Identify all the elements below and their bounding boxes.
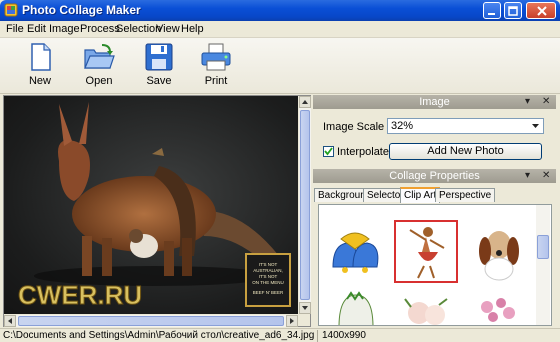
clipart-scrollbar[interactable] xyxy=(536,205,550,325)
scroll-up-arrow[interactable] xyxy=(299,96,311,108)
open-folder-icon xyxy=(84,44,115,69)
ghost-clipart[interactable] xyxy=(331,291,381,325)
save-label: Save xyxy=(146,75,172,87)
add-new-photo-button[interactable]: Add New Photo xyxy=(389,143,542,160)
bells-clipart[interactable] xyxy=(325,227,385,283)
save-disk-icon xyxy=(145,43,173,71)
tab-perspective[interactable]: Perspective xyxy=(435,188,496,202)
close-button[interactable] xyxy=(526,2,556,19)
status-separator xyxy=(317,330,318,342)
menu-file[interactable]: File xyxy=(6,23,24,35)
roses-icon xyxy=(404,298,448,325)
bells-icon xyxy=(332,232,379,273)
menu-process[interactable]: Process xyxy=(80,23,120,35)
minimize-icon xyxy=(488,13,495,15)
maximize-button[interactable] xyxy=(504,2,522,19)
open-button[interactable]: Open xyxy=(76,42,122,90)
panel-collapse-icon[interactable]: ▾ xyxy=(525,169,530,183)
photo-canvas[interactable]: IT'S NOT AUSTRALIAN, IT'S NOT ON THE MEN… xyxy=(4,96,298,314)
print-label: Print xyxy=(204,75,228,87)
dog-icon xyxy=(479,231,519,281)
canvas-area: IT'S NOT AUSTRALIAN, IT'S NOT ON THE MEN… xyxy=(3,95,311,327)
scroll-left-arrow[interactable] xyxy=(4,315,16,327)
interpolate-checkbox[interactable] xyxy=(323,146,334,157)
dropdown-arrow-icon[interactable] xyxy=(529,120,542,132)
collage-tabs: Background Selector Clip Art Perspective xyxy=(313,187,556,203)
title-bar: Photo Collage Maker xyxy=(0,0,560,21)
menu-image[interactable]: Image xyxy=(49,23,80,35)
menu-edit[interactable]: Edit xyxy=(27,23,46,35)
maximize-icon xyxy=(508,6,518,16)
sign-line-1: IT'S NOT xyxy=(259,262,278,267)
watermark-text: CWER.RU xyxy=(18,280,142,310)
panel-close-icon[interactable]: ✕ xyxy=(542,95,550,109)
scroll-down-arrow[interactable] xyxy=(299,302,311,314)
status-bar: C:\Documents and Settings\Admin\Рабочий … xyxy=(0,328,560,342)
menu-selection[interactable]: Selection xyxy=(116,23,161,35)
close-icon xyxy=(537,6,547,16)
collage-photo: IT'S NOT AUSTRALIAN, IT'S NOT ON THE MEN… xyxy=(18,102,291,311)
checkmark-icon xyxy=(324,147,333,156)
left-arrow-icon xyxy=(8,318,12,324)
flowers-icon xyxy=(481,298,515,322)
panel-close-icon[interactable]: ✕ xyxy=(542,169,550,183)
collage-panel-header: Collage Properties ▾ ✕ xyxy=(313,169,556,183)
new-button[interactable]: New xyxy=(17,42,63,90)
dog-clipart[interactable] xyxy=(469,223,529,283)
status-file-path: C:\Documents and Settings\Admin\Рабочий … xyxy=(3,330,315,341)
menu-view[interactable]: View xyxy=(156,23,180,35)
status-dimensions: 1400x990 xyxy=(322,330,366,341)
ghost-icon xyxy=(338,291,374,325)
toolbar: New Open Save Print xyxy=(0,38,560,94)
app-icon xyxy=(4,3,18,17)
scroll-right-arrow[interactable] xyxy=(286,315,298,327)
up-arrow-icon xyxy=(302,100,308,104)
image-scale-value: 32% xyxy=(391,120,414,132)
open-label: Open xyxy=(85,75,113,87)
roses-clipart[interactable] xyxy=(399,295,455,325)
dancer-icon xyxy=(409,227,445,279)
printer-icon xyxy=(201,43,231,71)
menu-bar: File Edit Image Process Selection View H… xyxy=(0,21,560,38)
panel-collapse-icon[interactable]: ▾ xyxy=(525,95,530,109)
new-document-icon xyxy=(31,43,51,71)
clipart-gallery xyxy=(318,204,552,326)
sign-line-5: BEEF N' BEER xyxy=(253,290,284,295)
menu-help[interactable]: Help xyxy=(181,23,204,35)
save-button[interactable]: Save xyxy=(136,42,182,90)
minimize-button[interactable] xyxy=(483,2,501,19)
image-scale-label: Image Scale xyxy=(323,121,385,133)
canvas-vertical-scrollbar[interactable] xyxy=(299,96,311,314)
image-scale-select[interactable]: 32% xyxy=(387,118,544,134)
sign-line-2: AUSTRALIAN, xyxy=(253,268,283,273)
dancer-clipart[interactable] xyxy=(394,220,458,283)
print-button[interactable]: Print xyxy=(193,42,239,90)
canvas-horizontal-scrollbar[interactable] xyxy=(4,315,298,327)
right-arrow-icon xyxy=(290,318,294,324)
image-panel-header: Image ▾ ✕ xyxy=(313,95,556,109)
down-arrow-icon xyxy=(302,306,308,310)
collage-panel-title: Collage Properties xyxy=(389,170,480,182)
horizontal-scroll-thumb[interactable] xyxy=(18,316,284,326)
sign-line-3: IT'S NOT xyxy=(259,274,278,279)
clipart-scroll-thumb[interactable] xyxy=(537,235,549,259)
vertical-scroll-thumb[interactable] xyxy=(300,110,310,300)
image-panel-title: Image xyxy=(419,96,450,108)
sign-line-4: ON THE MENU xyxy=(252,280,283,285)
window-title: Photo Collage Maker xyxy=(22,3,141,17)
flowers-clipart[interactable] xyxy=(469,293,525,325)
new-label: New xyxy=(28,75,51,87)
interpolate-label: Interpolate xyxy=(337,146,389,158)
